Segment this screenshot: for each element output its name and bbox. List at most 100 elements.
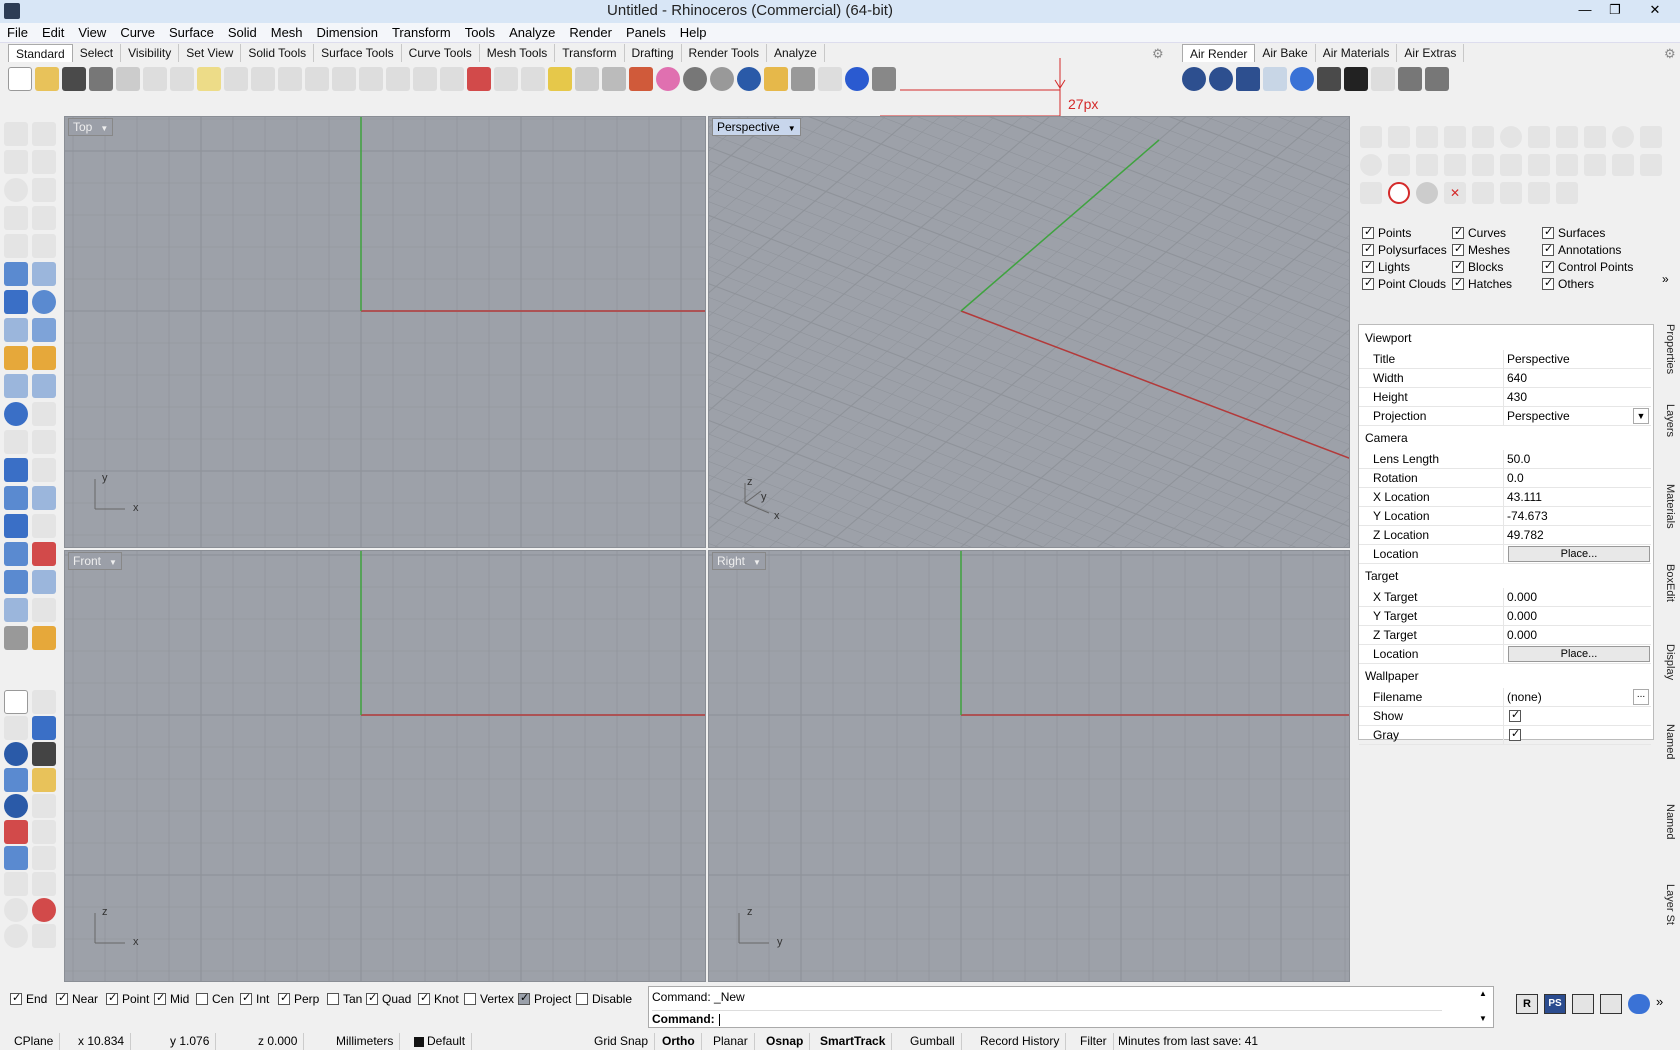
snap-zero-icon[interactable]: [1416, 182, 1438, 204]
osnap-tan[interactable]: Tan: [327, 992, 362, 1006]
osnap-perp[interactable]: Perp: [278, 991, 319, 1006]
prop-value[interactable]: 0.0: [1507, 471, 1524, 485]
snap-cplane-icon[interactable]: [1360, 154, 1382, 176]
menu-solid[interactable]: Solid: [221, 23, 264, 40]
projection-select[interactable]: Perspective: [1507, 409, 1570, 423]
checkbox[interactable]: [518, 991, 530, 1005]
viewport-top[interactable]: [64, 116, 706, 548]
globe-icon[interactable]: [1628, 994, 1650, 1014]
browse-button[interactable]: ...: [1633, 689, 1649, 705]
move-icon[interactable]: [278, 67, 302, 91]
new-file-icon[interactable]: [8, 67, 32, 91]
deform-icon[interactable]: [32, 570, 56, 594]
prop-value[interactable]: (none): [1507, 690, 1542, 704]
checkbox[interactable]: [1362, 225, 1374, 239]
checkbox[interactable]: [1452, 276, 1464, 290]
snap-extra2-icon[interactable]: [1556, 182, 1578, 204]
tab-visibility[interactable]: Visibility: [121, 44, 180, 62]
filter-annotations[interactable]: Annotations: [1542, 242, 1621, 257]
menu-mesh[interactable]: Mesh: [264, 23, 310, 40]
layer-status[interactable]: Default: [408, 1033, 473, 1050]
scale-icon[interactable]: [32, 458, 56, 482]
snap-line-icon[interactable]: [1472, 126, 1494, 148]
light-bulb-icon[interactable]: [575, 67, 599, 91]
viewport-front[interactable]: [64, 550, 706, 982]
menu-help[interactable]: Help: [673, 23, 714, 40]
checkbox[interactable]: [10, 991, 22, 1005]
environment-icon[interactable]: [4, 794, 28, 818]
snap-disable-icon[interactable]: [1388, 182, 1410, 204]
osnap-project[interactable]: Project: [518, 991, 571, 1006]
filter-control-points[interactable]: Control Points: [1542, 259, 1633, 274]
sphere-gray-icon[interactable]: [683, 67, 707, 91]
prop-value[interactable]: 0.000: [1507, 590, 1537, 604]
filter-lights[interactable]: Lights: [1362, 259, 1410, 274]
tab-named-views[interactable]: Named: [1658, 724, 1676, 759]
prop-value[interactable]: 0.000: [1507, 628, 1537, 642]
tab-air-bake[interactable]: Air Bake: [1255, 44, 1316, 62]
curve-icon[interactable]: [32, 150, 56, 174]
offset-icon[interactable]: [4, 430, 28, 454]
cylinder-icon[interactable]: [4, 318, 28, 342]
mirror-plane-icon[interactable]: [4, 716, 28, 740]
gumball-toggle[interactable]: Gumball: [904, 1033, 962, 1050]
snap-end-icon[interactable]: [1360, 126, 1382, 148]
osnap-quad[interactable]: Quad: [366, 991, 411, 1006]
copy-icon[interactable]: [170, 67, 194, 91]
snap-tangent-icon[interactable]: [1556, 154, 1578, 176]
dots-icon[interactable]: [32, 924, 56, 948]
air-render-window-icon[interactable]: [1236, 67, 1260, 91]
snap-center-icon[interactable]: [1500, 126, 1522, 148]
layer-icon[interactable]: [629, 67, 653, 91]
checkbox[interactable]: [1452, 259, 1464, 273]
prop-value[interactable]: Perspective: [1507, 352, 1570, 366]
ps-button[interactable]: PS: [1544, 994, 1566, 1014]
arc-icon[interactable]: [4, 206, 28, 230]
tab-render-tools[interactable]: Render Tools: [682, 44, 768, 62]
grid-array-icon[interactable]: [4, 542, 28, 566]
scroll-down-icon[interactable]: ▼: [1479, 1014, 1487, 1023]
menu-render[interactable]: Render: [562, 23, 619, 40]
osnap-toggle[interactable]: Osnap: [760, 1033, 811, 1050]
prop-value[interactable]: 43.111: [1507, 490, 1542, 504]
options-gear-icon[interactable]: [791, 67, 815, 91]
loft-icon[interactable]: [32, 262, 56, 286]
snap-mesh-icon[interactable]: [1640, 154, 1662, 176]
extend-icon[interactable]: [32, 430, 56, 454]
air-render-settings-icon[interactable]: [1317, 67, 1341, 91]
box-icon[interactable]: [4, 290, 28, 314]
array-icon[interactable]: [4, 486, 28, 510]
ortho-toggle[interactable]: Ortho: [656, 1033, 702, 1050]
units[interactable]: Millimeters: [330, 1033, 401, 1050]
osnap-point[interactable]: Point: [106, 991, 149, 1006]
snap-grid-icon[interactable]: [1500, 182, 1522, 204]
tab-select[interactable]: Select: [73, 44, 122, 62]
record-history-toggle[interactable]: Record History: [974, 1033, 1067, 1050]
checkbox[interactable]: [1542, 259, 1554, 273]
checkbox[interactable]: [196, 993, 208, 1005]
viewport-perspective[interactable]: [708, 116, 1350, 548]
viewport-right[interactable]: [708, 550, 1350, 982]
checkbox[interactable]: [240, 991, 252, 1005]
tab-standard[interactable]: Standard: [8, 44, 73, 62]
viewport-label-perspective[interactable]: Perspective ▼: [712, 118, 801, 136]
circle-icon[interactable]: [4, 178, 28, 202]
tab-solid-tools[interactable]: Solid Tools: [241, 44, 315, 62]
filter-blocks[interactable]: Blocks: [1452, 259, 1503, 274]
snap-scale-icon[interactable]: [1388, 154, 1410, 176]
osnap-knot[interactable]: Knot: [418, 991, 459, 1006]
color-wheel-icon[interactable]: [656, 67, 680, 91]
osnap-near[interactable]: Near: [56, 991, 98, 1006]
mirror-icon[interactable]: [4, 570, 28, 594]
tab-drafting[interactable]: Drafting: [625, 44, 682, 62]
filter-others[interactable]: Others: [1542, 276, 1594, 291]
viewport-label-right[interactable]: Right ▼: [712, 552, 766, 570]
open-small-icon[interactable]: [32, 768, 56, 792]
grid-snap-icon[interactable]: [548, 67, 572, 91]
cplane-status[interactable]: CPlane: [8, 1033, 61, 1050]
tab-layer-states[interactable]: Layer St: [1658, 884, 1676, 925]
lock-icon[interactable]: [602, 67, 626, 91]
compass-icon[interactable]: [4, 924, 28, 948]
viewport-label-front[interactable]: Front ▼: [68, 552, 122, 570]
checkbox[interactable]: [1542, 225, 1554, 239]
